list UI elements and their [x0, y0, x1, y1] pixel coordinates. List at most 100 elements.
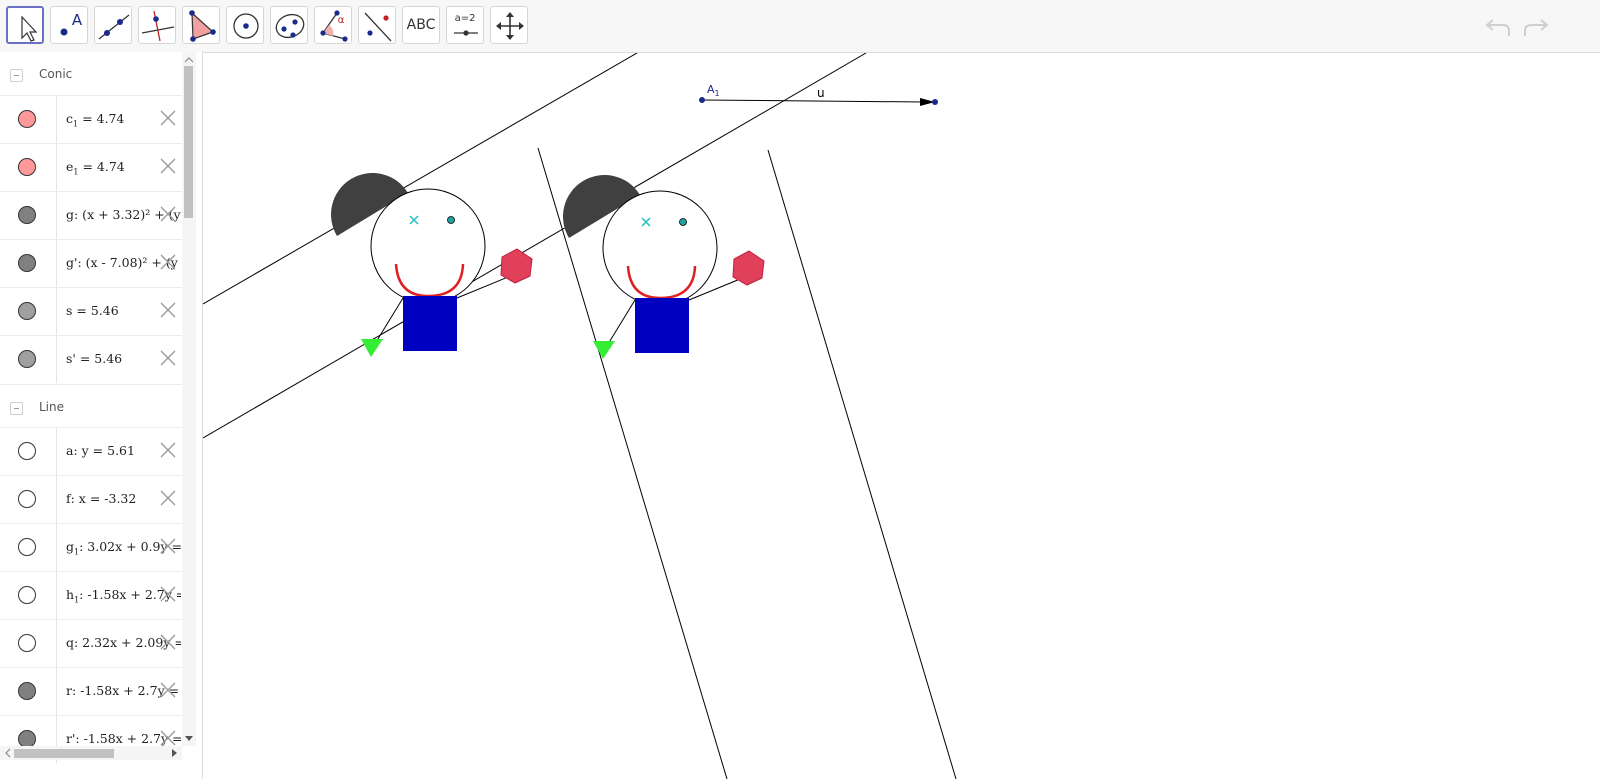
marble-cell [0, 428, 57, 475]
line-icon [98, 14, 130, 40]
algebra-row[interactable]: s = 5.46 [0, 287, 186, 335]
algebra-row[interactable]: f: x = -3.32 [0, 475, 186, 523]
point-vector-end[interactable] [932, 99, 938, 105]
scroll-down-icon[interactable] [182, 732, 196, 744]
move-tool-button[interactable] [6, 6, 44, 44]
move-graphics-view-tool-button[interactable] [490, 6, 528, 44]
object-label: c [66, 111, 74, 126]
angle-tool-glyph: α [337, 15, 345, 26]
algebra-row[interactable]: g1: 3.02x + 0.9y = - [0, 523, 186, 571]
circle-tool-button[interactable] [226, 6, 264, 44]
algebra-horizontal-scrollbar[interactable] [0, 746, 182, 760]
visibility-marble-icon[interactable] [18, 350, 36, 368]
algebra-row[interactable]: q: 2.32x + 2.09y = - [0, 619, 186, 667]
group-label: Line [39, 400, 65, 414]
line-tool-button[interactable] [94, 6, 132, 44]
visibility-marble-icon[interactable] [18, 302, 36, 320]
visibility-marble-icon[interactable] [18, 490, 36, 508]
perpendicular-line-tool-button[interactable] [138, 6, 176, 44]
delete-icon[interactable] [158, 536, 178, 556]
object-label: a: y = 5.61 [66, 443, 135, 458]
visibility-marble-icon[interactable] [18, 158, 36, 176]
body-square[interactable] [403, 296, 457, 351]
point-a1[interactable] [699, 97, 705, 103]
delete-icon[interactable] [158, 204, 178, 224]
angle-tool-button[interactable]: α [314, 6, 352, 44]
visibility-marble-icon[interactable] [18, 110, 36, 128]
eye-dot [679, 218, 687, 226]
face-circle[interactable] [370, 188, 486, 304]
cursor-arrow-icon [21, 15, 38, 42]
point-tool-button[interactable]: A [50, 6, 88, 44]
scroll-up-icon[interactable] [182, 54, 196, 66]
triangle-shape[interactable] [593, 341, 615, 359]
marble-cell [0, 668, 57, 715]
line-lower-left[interactable] [203, 53, 867, 439]
point-a1-label: A1 [707, 83, 720, 98]
delete-icon[interactable] [158, 300, 178, 320]
algebra-row[interactable]: a: y = 5.61 [0, 427, 186, 475]
delete-icon[interactable] [158, 632, 178, 652]
algebra-row[interactable]: g: (x + 3.32)² + (y [0, 191, 186, 239]
face-circle[interactable] [602, 190, 718, 306]
vector-u[interactable] [701, 99, 925, 103]
hexagon-shape[interactable] [500, 248, 533, 284]
visibility-marble-icon[interactable] [18, 538, 36, 556]
vertical-scroll-thumb[interactable] [184, 66, 193, 218]
horizontal-scroll-thumb[interactable] [14, 749, 114, 758]
point-tool-glyph: A [71, 11, 83, 29]
visibility-marble-icon[interactable] [18, 586, 36, 604]
hexagon-shape[interactable] [732, 250, 765, 286]
delete-icon[interactable] [158, 108, 178, 128]
algebra-row[interactable]: g': (x - 7.08)² + (y [0, 239, 186, 287]
eye-dot [447, 216, 455, 224]
toolbar: A α ABC a=2 [0, 0, 1600, 53]
redo-button[interactable] [1521, 12, 1551, 40]
algebra-vertical-scrollbar[interactable] [182, 52, 196, 746]
algebra-row[interactable]: e1 = 4.74 [0, 143, 186, 191]
visibility-marble-icon[interactable] [18, 682, 36, 700]
line-steep-right[interactable] [767, 149, 957, 779]
visibility-marble-icon[interactable] [18, 442, 36, 460]
group-header-conic[interactable]: Conic [0, 52, 186, 98]
graphics-canvas[interactable]: A1 u [203, 53, 1600, 779]
delete-icon[interactable] [158, 348, 178, 368]
undo-button[interactable] [1483, 12, 1513, 40]
delete-icon[interactable] [158, 584, 178, 604]
delete-icon[interactable] [158, 252, 178, 272]
triangle-shape[interactable] [361, 339, 383, 357]
polygon-tool-button[interactable] [182, 6, 220, 44]
delete-icon[interactable] [158, 156, 178, 176]
visibility-marble-icon[interactable] [18, 254, 36, 272]
algebra-row[interactable]: h1: -1.58x + 2.7y = - [0, 571, 186, 619]
marble-cell [0, 336, 57, 383]
ellipse-icon [275, 13, 305, 39]
delete-icon[interactable] [158, 440, 178, 460]
algebra-row[interactable]: s' = 5.46 [0, 335, 186, 383]
marble-cell [0, 524, 57, 571]
figure-original[interactable] [331, 173, 533, 357]
delete-icon[interactable] [158, 488, 178, 508]
algebra-row[interactable]: c1 = 4.74 [0, 95, 186, 143]
marble-cell [0, 476, 57, 523]
reflect-tool-button[interactable] [358, 6, 396, 44]
body-square[interactable] [635, 298, 689, 353]
visibility-marble-icon[interactable] [18, 634, 36, 652]
collapse-icon[interactable] [10, 69, 23, 82]
visibility-marble-icon[interactable] [18, 206, 36, 224]
graphics-view[interactable]: A1 u [203, 53, 1600, 779]
group-header-line[interactable]: Line [0, 384, 186, 431]
collapse-icon[interactable] [10, 402, 23, 415]
object-label: s = 5.46 [66, 303, 119, 318]
text-tool-button[interactable]: ABC [402, 6, 440, 44]
scroll-right-icon[interactable] [168, 746, 180, 760]
delete-icon[interactable] [158, 680, 178, 700]
algebra-row[interactable]: r: -1.58x + 2.7y = 4 [0, 667, 186, 715]
ellipse-tool-button[interactable] [270, 6, 308, 44]
slider-tool-button[interactable]: a=2 [446, 6, 484, 44]
scroll-left-icon[interactable] [2, 746, 14, 760]
algebra-view: Conic c1 = 4.74 e1 = 4.74 g: (x + 3.32)² +… [0, 52, 203, 779]
object-value: = 4.74 [78, 159, 125, 174]
object-label: h [66, 587, 75, 602]
delete-icon[interactable] [158, 728, 178, 748]
